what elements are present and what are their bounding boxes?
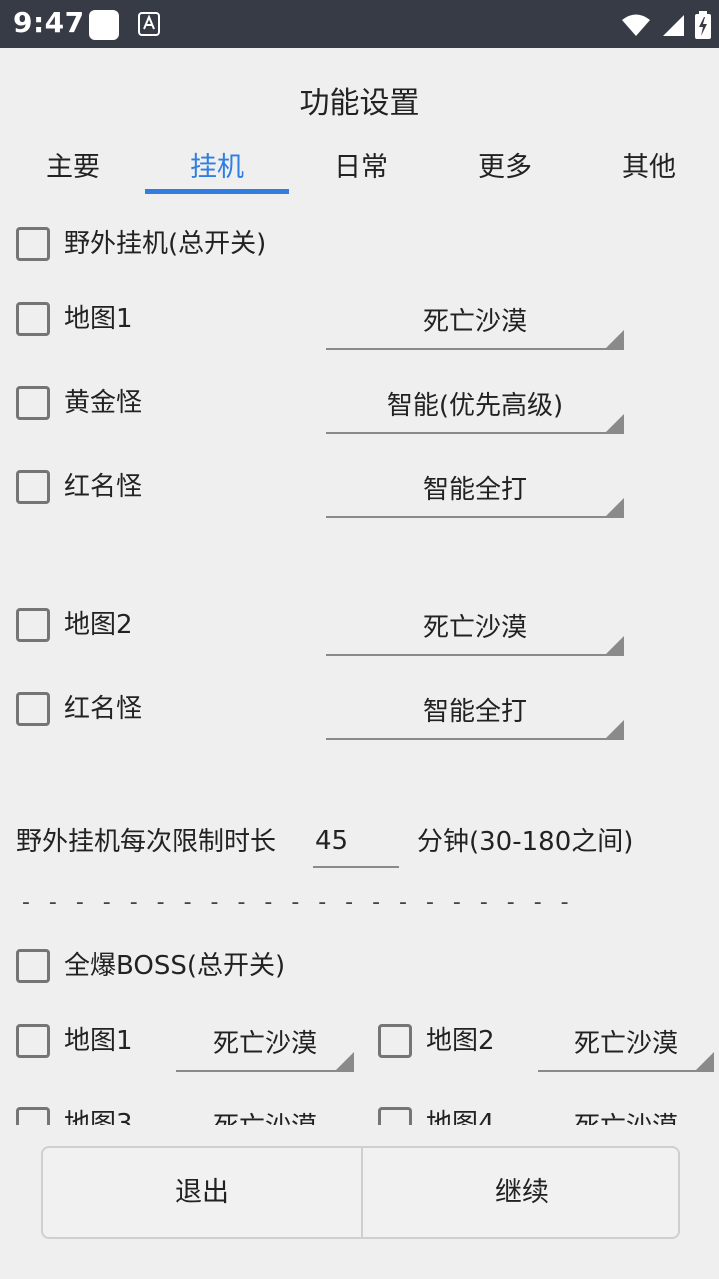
- map2-select[interactable]: 死亡沙漠: [326, 608, 624, 656]
- gold-monster-label: 黄金怪: [64, 388, 143, 418]
- dropdown-arrow-icon: [606, 636, 624, 654]
- boss-map4-checkbox[interactable]: [378, 1107, 412, 1125]
- gold-monster-select[interactable]: 智能(优先高级): [326, 386, 624, 434]
- notification-app-icon: [89, 10, 119, 40]
- tab-main[interactable]: 主要: [1, 148, 145, 196]
- gold-monster-select-value: 智能(优先高级): [386, 391, 564, 421]
- boss-map3-select-value: 死亡沙漠: [176, 1107, 354, 1125]
- boss-map1-select[interactable]: 死亡沙漠: [176, 1024, 354, 1072]
- boss-map2-label: 地图2: [426, 1026, 495, 1056]
- signal-icon: [663, 15, 684, 36]
- map1-checkbox[interactable]: [16, 302, 50, 336]
- red-monster-1-checkbox[interactable]: [16, 470, 50, 504]
- red-monster-1-select-value: 智能全打: [422, 475, 527, 505]
- status-time: 9:47: [13, 6, 85, 39]
- map1-select[interactable]: 死亡沙漠: [326, 302, 624, 350]
- red-monster-2-select-value: 智能全打: [422, 697, 527, 727]
- tab-indicator: [145, 189, 289, 194]
- field-afk-label: 野外挂机(总开关): [64, 229, 267, 259]
- boss-map2-select[interactable]: 死亡沙漠: [538, 1024, 714, 1072]
- red-monster-1-select[interactable]: 智能全打: [326, 470, 624, 518]
- tab-daily[interactable]: 日常: [289, 148, 433, 196]
- dropdown-arrow-icon: [336, 1052, 354, 1070]
- map2-checkbox[interactable]: [16, 608, 50, 642]
- map2-select-value: 死亡沙漠: [422, 613, 527, 643]
- dropdown-arrow-icon: [606, 330, 624, 348]
- red-monster-1-label: 红名怪: [64, 472, 143, 502]
- time-limit-unit: 分钟(30-180之间): [417, 827, 634, 857]
- dropdown-arrow-icon: [606, 720, 624, 738]
- tab-bar: 主要 挂机 日常 更多 其他: [0, 148, 719, 196]
- exit-button[interactable]: 退出: [43, 1148, 361, 1237]
- time-limit-label: 野外挂机每次限制时长: [16, 827, 277, 857]
- tab-more[interactable]: 更多: [433, 148, 577, 196]
- boss-map3-checkbox[interactable]: [16, 1107, 50, 1125]
- footer-buttons: 退出 继续: [41, 1146, 680, 1239]
- boss-map1-label: 地图1: [64, 1026, 133, 1056]
- section-divider: - - - - - - - - - - - - - - - - - - - - …: [22, 890, 575, 915]
- boss-master-label: 全爆BOSS(总开关): [64, 951, 286, 981]
- dropdown-arrow-icon: [606, 414, 624, 432]
- map1-select-value: 死亡沙漠: [422, 307, 527, 337]
- boss-map3-select[interactable]: 死亡沙漠: [176, 1107, 354, 1125]
- boss-map4-select[interactable]: 死亡沙漠: [538, 1107, 714, 1125]
- red-monster-2-select[interactable]: 智能全打: [326, 692, 624, 740]
- boss-map1-select-value: 死亡沙漠: [212, 1029, 317, 1059]
- red-monster-2-checkbox[interactable]: [16, 692, 50, 726]
- status-bar: 9:47: [0, 0, 719, 48]
- status-icons: [621, 10, 711, 40]
- dialog-title: 功能设置: [299, 86, 420, 121]
- notification-a-icon: [138, 12, 160, 36]
- wifi-icon: [622, 14, 650, 36]
- gold-monster-checkbox[interactable]: [16, 386, 50, 420]
- dropdown-arrow-icon: [606, 498, 624, 516]
- boss-map4-select-value: 死亡沙漠: [538, 1107, 714, 1125]
- red-monster-2-label: 红名怪: [64, 694, 143, 724]
- continue-button[interactable]: 继续: [363, 1148, 681, 1237]
- map1-label: 地图1: [64, 304, 133, 334]
- boss-map1-checkbox[interactable]: [16, 1024, 50, 1058]
- time-limit-input[interactable]: 45: [313, 820, 399, 868]
- boss-map3-label: 地图3: [64, 1109, 133, 1125]
- dropdown-arrow-icon: [696, 1052, 714, 1070]
- field-afk-checkbox[interactable]: [16, 227, 50, 261]
- scroll-clip: 地图3 死亡沙漠 地图4 死亡沙漠: [0, 1098, 719, 1125]
- boss-map2-checkbox[interactable]: [378, 1024, 412, 1058]
- boss-master-checkbox[interactable]: [16, 949, 50, 983]
- boss-map2-select-value: 死亡沙漠: [573, 1029, 678, 1059]
- battery-charging-icon: [695, 11, 711, 39]
- time-limit-value: 45: [315, 826, 349, 856]
- tab-other[interactable]: 其他: [577, 148, 719, 196]
- boss-map4-label: 地图4: [426, 1109, 495, 1125]
- map2-label: 地图2: [64, 610, 133, 640]
